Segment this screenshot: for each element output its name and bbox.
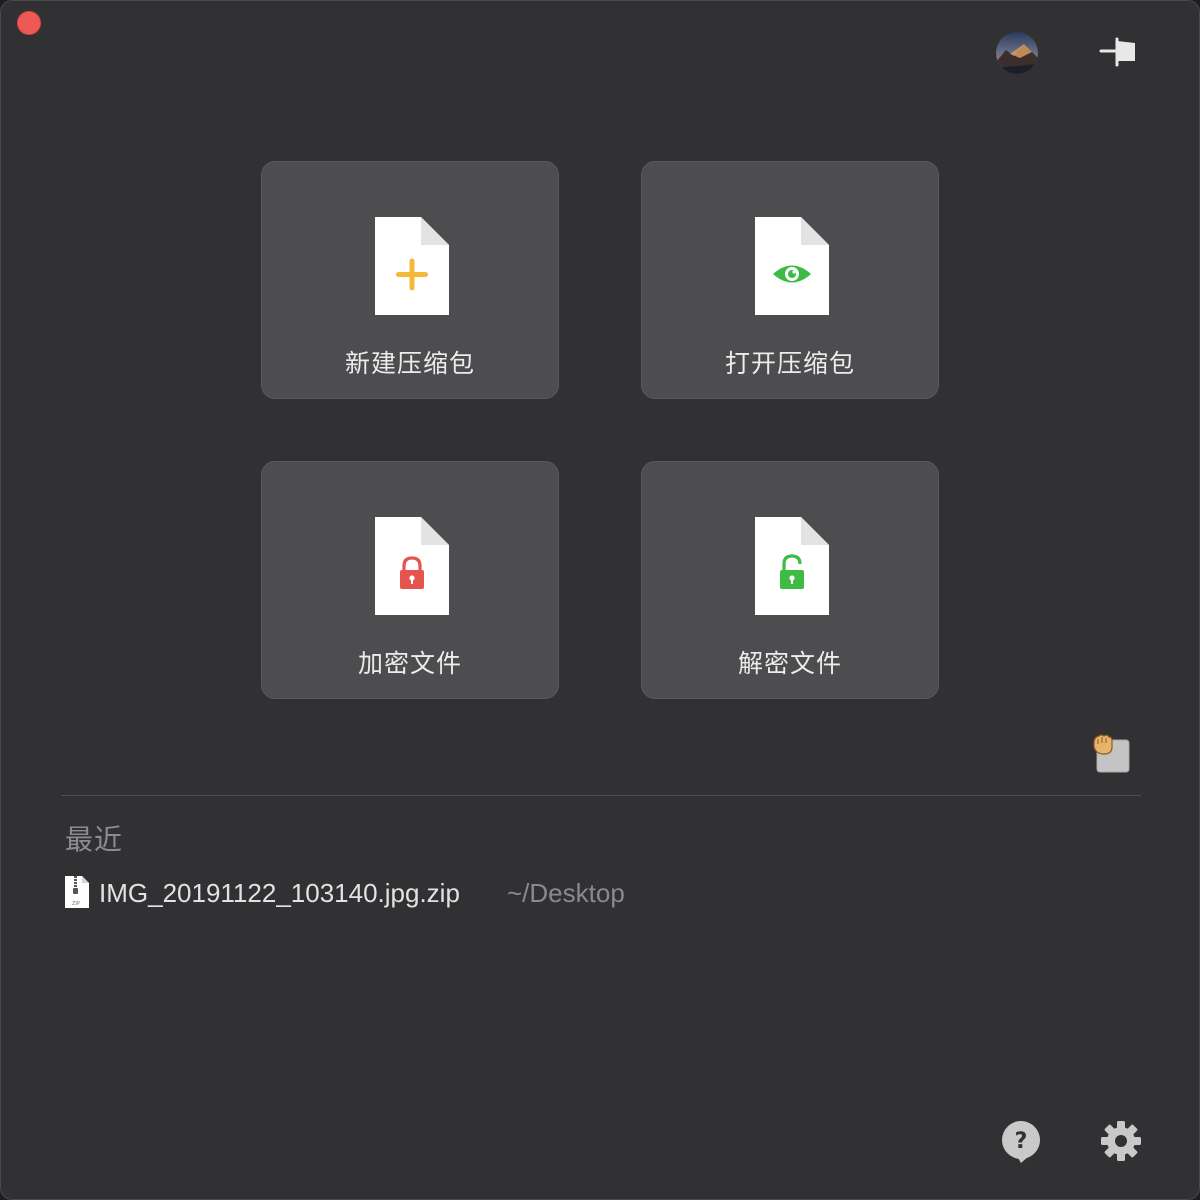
encrypt-document-icon bbox=[375, 517, 449, 615]
app-window: 新建压缩包 打开压缩包 加密文件 解密文件 最近 ZIP IMG_2019112… bbox=[0, 0, 1200, 1200]
help-button[interactable]: ? bbox=[999, 1120, 1043, 1164]
zip-file-icon: ZIP bbox=[65, 876, 89, 908]
pin-button[interactable] bbox=[1097, 31, 1141, 75]
gear-icon bbox=[1101, 1121, 1141, 1161]
svg-text:?: ? bbox=[1015, 1129, 1028, 1154]
avatar[interactable] bbox=[996, 32, 1038, 74]
recent-section-title: 最近 bbox=[65, 823, 124, 856]
open-archive-document-icon bbox=[755, 217, 829, 315]
new-archive-document-icon bbox=[375, 217, 449, 315]
recent-file-name: IMG_20191122_103140.jpg.zip bbox=[99, 878, 460, 908]
new-archive-label: 新建压缩包 bbox=[344, 349, 475, 378]
hand-drag-icon bbox=[1093, 734, 1130, 773]
section-divider bbox=[61, 795, 1141, 796]
new-archive-tile[interactable]: 新建压缩包 bbox=[261, 161, 559, 399]
decrypt-file-tile[interactable]: 解密文件 bbox=[641, 461, 939, 699]
encrypt-file-label: 加密文件 bbox=[357, 649, 462, 678]
drag-drop-button[interactable] bbox=[1088, 732, 1134, 778]
decrypt-file-label: 解密文件 bbox=[737, 649, 842, 678]
decrypt-document-icon bbox=[755, 517, 829, 615]
help-bubble-icon: ? bbox=[1002, 1121, 1040, 1163]
recent-file-path: ~/Desktop bbox=[507, 878, 625, 908]
close-window-button[interactable] bbox=[17, 11, 41, 35]
settings-button[interactable] bbox=[1099, 1119, 1143, 1163]
recent-file-row[interactable]: ZIP IMG_20191122_103140.jpg.zip ~/Deskto… bbox=[63, 873, 703, 913]
pin-icon bbox=[1099, 37, 1135, 67]
wallpaper-avatar-icon bbox=[996, 32, 1038, 74]
open-archive-label: 打开压缩包 bbox=[724, 349, 855, 378]
svg-text:ZIP: ZIP bbox=[72, 901, 80, 907]
open-archive-tile[interactable]: 打开压缩包 bbox=[641, 161, 939, 399]
encrypt-file-tile[interactable]: 加密文件 bbox=[261, 461, 559, 699]
